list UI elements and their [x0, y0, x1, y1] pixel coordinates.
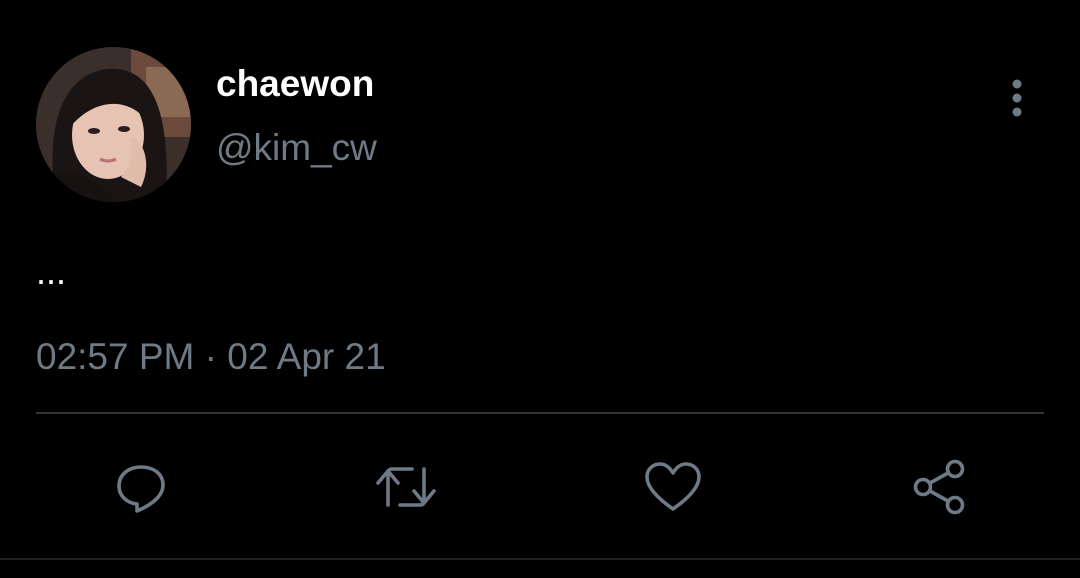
more-options-button[interactable] — [996, 74, 1038, 122]
avatar[interactable] — [36, 47, 191, 202]
share-icon — [913, 459, 965, 515]
like-button[interactable] — [641, 455, 705, 519]
share-button[interactable] — [907, 455, 971, 519]
tweet-date: 02 Apr 21 — [227, 336, 386, 377]
user-handle[interactable]: @kim_cw — [216, 126, 377, 170]
tweet-timestamp[interactable]: 02:57 PM · 02 Apr 21 — [36, 335, 386, 379]
avatar-photo — [36, 47, 191, 202]
reply-button[interactable] — [109, 455, 173, 519]
tweet-time: 02:57 PM — [36, 336, 195, 377]
more-vertical-icon — [1012, 79, 1022, 117]
tweet-text: ... — [36, 251, 67, 292]
divider — [36, 412, 1044, 414]
tweet-detail: chaewon @kim_cw ... 02:57 PM · 02 Apr 21 — [0, 0, 1080, 578]
meta-separator: · — [204, 336, 217, 377]
display-name[interactable]: chaewon — [216, 62, 374, 106]
retweet-icon — [376, 467, 436, 507]
action-bar — [0, 455, 1080, 519]
bottom-divider — [0, 558, 1080, 560]
retweet-button[interactable] — [374, 455, 438, 519]
reply-icon — [117, 465, 165, 513]
heart-icon — [645, 462, 701, 511]
